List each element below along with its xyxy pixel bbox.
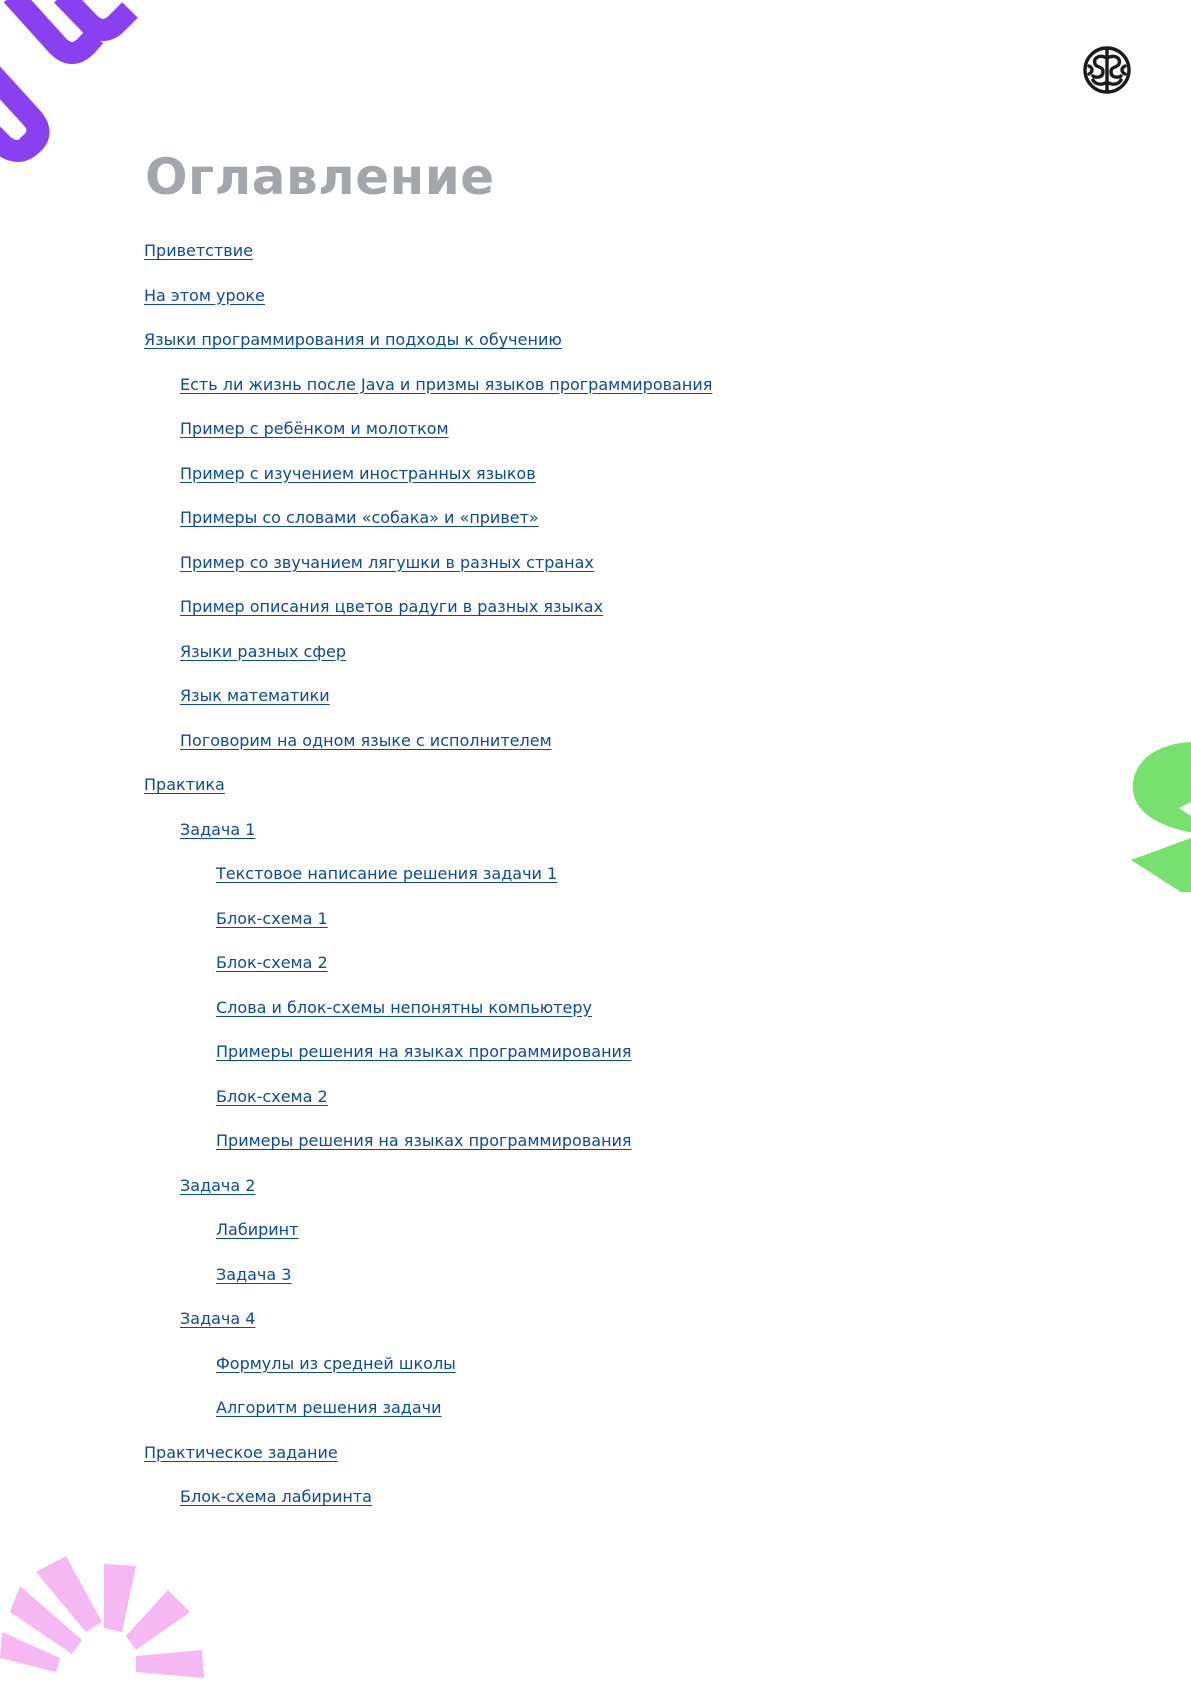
toc-link[interactable]: Поговорим на одном языке с исполнителем bbox=[180, 731, 552, 750]
toc-link[interactable]: Блок-схема 2 bbox=[216, 1087, 328, 1106]
toc-item: Приветствие bbox=[0, 236, 1191, 281]
toc-item: Задача 2 bbox=[0, 1171, 1191, 1216]
toc-item: Практика bbox=[0, 770, 1191, 815]
toc-link[interactable]: Пример с изучением иностранных языков bbox=[180, 464, 536, 483]
toc-link[interactable]: Задача 2 bbox=[180, 1176, 255, 1195]
pink-burst-decoration bbox=[0, 1556, 204, 1678]
toc-item: Пример со звучанием лягушки в разных стр… bbox=[0, 548, 1191, 593]
toc-link[interactable]: Задача 1 bbox=[180, 820, 255, 839]
toc-item: Языки программирования и подходы к обуче… bbox=[0, 325, 1191, 370]
toc-item: Формулы из средней школы bbox=[0, 1349, 1191, 1394]
toc-link[interactable]: Языки разных сфер bbox=[180, 642, 346, 661]
toc-item: Поговорим на одном языке с исполнителем bbox=[0, 726, 1191, 771]
toc-item: Блок-схема 1 bbox=[0, 904, 1191, 949]
toc-link[interactable]: Пример со звучанием лягушки в разных стр… bbox=[180, 553, 594, 572]
toc-item: Блок-схема лабиринта bbox=[0, 1482, 1191, 1527]
toc-link[interactable]: Языки программирования и подходы к обуче… bbox=[144, 330, 562, 349]
toc-link[interactable]: Блок-схема 1 bbox=[216, 909, 328, 928]
toc-link[interactable]: Формулы из средней школы bbox=[216, 1354, 456, 1373]
toc-item: Текстовое написание решения задачи 1 bbox=[0, 859, 1191, 904]
toc-link[interactable]: Слова и блок-схемы непонятны компьютеру bbox=[216, 998, 592, 1017]
toc-item: Пример описания цветов радуги в разных я… bbox=[0, 592, 1191, 637]
toc-link[interactable]: Пример описания цветов радуги в разных я… bbox=[180, 597, 603, 616]
toc-link[interactable]: Приветствие bbox=[144, 241, 253, 260]
toc-link[interactable]: Лабиринт bbox=[216, 1220, 298, 1239]
toc-link[interactable]: Блок-схема лабиринта bbox=[180, 1487, 372, 1506]
toc-item: Лабиринт bbox=[0, 1215, 1191, 1260]
toc-link[interactable]: Есть ли жизнь после Java и призмы языков… bbox=[180, 375, 712, 394]
toc-item: Задача 1 bbox=[0, 815, 1191, 860]
toc-link[interactable]: Пример с ребёнком и молотком bbox=[180, 419, 449, 438]
toc-item: Практическое задание bbox=[0, 1438, 1191, 1483]
toc-item: Пример с ребёнком и молотком bbox=[0, 414, 1191, 459]
toc-item: Блок-схема 2 bbox=[0, 1082, 1191, 1127]
toc-link[interactable]: Блок-схема 2 bbox=[216, 953, 328, 972]
toc-link[interactable]: Задача 4 bbox=[180, 1309, 255, 1328]
toc-item: Язык математики bbox=[0, 681, 1191, 726]
toc-item: Языки разных сфер bbox=[0, 637, 1191, 682]
toc-item: На этом уроке bbox=[0, 281, 1191, 326]
purple-stripes-decoration bbox=[0, 0, 138, 162]
toc-link[interactable]: Задача 3 bbox=[216, 1265, 291, 1284]
toc-link[interactable]: Примеры со словами «собака» и «привет» bbox=[180, 508, 539, 527]
toc-item: Алгоритм решения задачи bbox=[0, 1393, 1191, 1438]
table-of-contents: Приветствие На этом уроке Языки программир… bbox=[0, 236, 1191, 1527]
toc-item: Примеры решения на языках программирован… bbox=[0, 1037, 1191, 1082]
toc-item: Слова и блок-схемы непонятны компьютеру bbox=[0, 993, 1191, 1038]
toc-link[interactable]: Примеры решения на языках программирован… bbox=[216, 1042, 632, 1061]
toc-link[interactable]: Текстовое написание решения задачи 1 bbox=[216, 864, 557, 883]
toc-link[interactable]: Язык математики bbox=[180, 686, 330, 705]
brain-icon bbox=[1083, 46, 1131, 94]
toc-item: Блок-схема 2 bbox=[0, 948, 1191, 993]
toc-item: Примеры со словами «собака» и «привет» bbox=[0, 503, 1191, 548]
toc-link[interactable]: Алгоритм решения задачи bbox=[216, 1398, 441, 1417]
toc-item: Примеры решения на языках программирован… bbox=[0, 1126, 1191, 1171]
toc-item: Задача 4 bbox=[0, 1304, 1191, 1349]
toc-item: Задача 3 bbox=[0, 1260, 1191, 1305]
toc-link[interactable]: На этом уроке bbox=[144, 286, 265, 305]
toc-item: Есть ли жизнь после Java и призмы языков… bbox=[0, 370, 1191, 415]
toc-link[interactable]: Примеры решения на языках программирован… bbox=[216, 1131, 632, 1150]
page-title: Оглавление bbox=[145, 148, 495, 206]
toc-link[interactable]: Практика bbox=[144, 775, 225, 794]
toc-link[interactable]: Практическое задание bbox=[144, 1443, 338, 1462]
toc-item: Пример с изучением иностранных языков bbox=[0, 459, 1191, 504]
